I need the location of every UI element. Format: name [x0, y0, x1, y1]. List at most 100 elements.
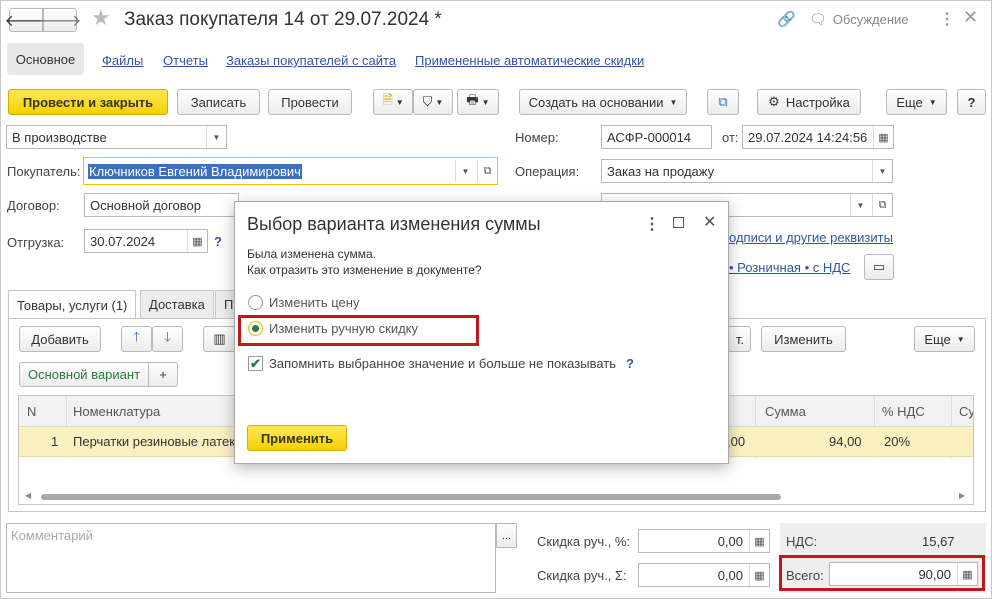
- help-button[interactable]: ?: [957, 89, 986, 115]
- discussion-button[interactable]: 🗨 Обсуждение: [809, 11, 909, 28]
- radio-unselected-icon[interactable]: [248, 295, 263, 310]
- apply-button[interactable]: Применить: [247, 425, 347, 451]
- print-button[interactable]: 🖶 ▼: [457, 89, 499, 115]
- cell-n: 1: [51, 434, 59, 449]
- printer-icon: 🖶: [466, 92, 479, 107]
- chevron-down-icon: ▼: [956, 334, 965, 344]
- manual-discount-sum-field[interactable]: 0,00 ▦: [638, 563, 770, 587]
- chevron-down-icon[interactable]: ▼: [850, 194, 870, 216]
- comment-field[interactable]: Комментарий: [6, 523, 496, 593]
- price-type-link[interactable]: • Розничная • с НДС: [729, 260, 850, 275]
- calculator-icon[interactable]: ▦: [749, 564, 769, 586]
- chevron-down-icon[interactable]: ▼: [872, 160, 892, 182]
- filter-button[interactable]: ⛉ ▼: [413, 89, 453, 115]
- number-field[interactable]: АСФР-000014: [601, 125, 712, 149]
- structure-button[interactable]: ⧉: [707, 89, 739, 115]
- option-manual-discount[interactable]: Изменить ручную скидку: [248, 321, 418, 336]
- post-button[interactable]: Провести: [268, 89, 352, 115]
- payment-card-button[interactable]: ▭: [864, 254, 894, 280]
- scroll-right-icon[interactable]: ▶: [959, 491, 965, 500]
- calculator-icon[interactable]: ▦: [749, 530, 769, 552]
- nav-link-reports[interactable]: Отчеты: [163, 53, 208, 68]
- add-row-button[interactable]: Добавить: [19, 326, 101, 352]
- maximize-icon[interactable]: [673, 217, 684, 228]
- checkbox-checked-icon[interactable]: ✔: [248, 356, 263, 371]
- create-based-on-button[interactable]: Создать на основании ▼: [519, 89, 687, 115]
- manual-discount-pct-field[interactable]: 0,00 ▦: [638, 529, 770, 553]
- remember-help-icon[interactable]: ?: [626, 356, 634, 371]
- open-icon[interactable]: ⧉: [477, 160, 497, 182]
- tab-delivery-label: Доставка: [149, 297, 205, 312]
- settings-button[interactable]: ⚙ Настройка: [757, 89, 861, 115]
- operation-value: Заказ на продажу: [607, 163, 715, 179]
- tab-delivery[interactable]: Доставка: [140, 290, 214, 318]
- comment-placeholder: Комментарий: [11, 528, 93, 543]
- option-change-price[interactable]: Изменить цену: [248, 295, 359, 310]
- cell-nomenclature: Перчатки резиновые латекс: [73, 434, 242, 449]
- comment-expand-button[interactable]: ...: [496, 523, 517, 548]
- dialog-close-icon[interactable]: ✕: [703, 212, 716, 232]
- move-up-button[interactable]: 🡑: [121, 326, 152, 352]
- change-button[interactable]: Изменить: [761, 326, 846, 352]
- discussion-label: Обсуждение: [832, 12, 909, 27]
- window-menu-icon[interactable]: ⋮: [939, 9, 955, 29]
- arrow-down-icon: 🡓: [164, 329, 171, 344]
- vat-value: 15,67: [922, 534, 955, 549]
- more-label: Еще: [896, 94, 923, 110]
- calendar-icon[interactable]: ▦: [187, 230, 207, 252]
- option-manual-discount-label: Изменить ручную скидку: [269, 321, 419, 336]
- header-extra: Су: [959, 404, 974, 419]
- nav-link-auto-discounts[interactable]: Примененные автоматические скидки: [415, 53, 644, 68]
- total-field[interactable]: 90,00 ▦: [829, 562, 978, 586]
- nav-link-site-orders[interactable]: Заказы покупателей с сайта: [226, 53, 396, 68]
- tab-goods-services[interactable]: Товары, услуги (1): [8, 290, 137, 319]
- scroll-left-icon[interactable]: ◀: [25, 491, 31, 500]
- write-button[interactable]: Записать: [177, 89, 260, 115]
- date-value: 29.07.2024 14:24:56: [748, 129, 868, 145]
- contract-field[interactable]: Основной договор: [84, 193, 239, 217]
- attach-file-button[interactable]: 🗎 ▼: [373, 89, 413, 115]
- document-icon: 🗎: [382, 92, 393, 107]
- calendar-icon[interactable]: ▦: [873, 126, 893, 148]
- buyer-label: Покупатель:: [7, 164, 81, 179]
- settings-label: Настройка: [785, 94, 850, 110]
- more-button[interactable]: Еще ▼: [886, 89, 947, 115]
- table-more-button[interactable]: Еще ▼: [914, 326, 975, 352]
- variant-main-button[interactable]: Основной вариант: [19, 362, 149, 387]
- buyer-field[interactable]: Ключников Евгений Владимирович ▼ ⧉: [83, 157, 498, 185]
- scrollbar-thumb[interactable]: [41, 494, 781, 500]
- link-icon[interactable]: 🔗: [777, 10, 796, 28]
- signatures-link[interactable]: одписи и другие реквизиты: [729, 230, 893, 245]
- shipment-date-field[interactable]: 30.07.2024 ▦: [84, 229, 208, 253]
- tab-main[interactable]: Основное: [7, 43, 84, 75]
- shipment-help-icon[interactable]: ?: [214, 234, 222, 249]
- move-down-button[interactable]: 🡓: [152, 326, 183, 352]
- close-icon[interactable]: ✕: [963, 7, 978, 28]
- operation-select[interactable]: Заказ на продажу ▼: [601, 159, 893, 183]
- forward-button[interactable]: 🡒: [39, 8, 81, 32]
- add-variant-button[interactable]: +: [148, 362, 178, 387]
- chevron-down-icon: ▼: [435, 97, 444, 107]
- remember-label: Запомнить выбранное значение и больше не…: [269, 356, 617, 371]
- chevron-down-icon[interactable]: ▼: [206, 126, 226, 148]
- calculator-icon[interactable]: ▦: [957, 563, 977, 585]
- header-vat-pct: % НДС: [882, 404, 925, 419]
- chevron-down-icon[interactable]: ▼: [455, 160, 475, 182]
- post-and-close-button[interactable]: Провести и закрыть: [8, 89, 168, 115]
- radio-dot: [252, 325, 259, 332]
- status-select[interactable]: В производстве ▼: [6, 125, 227, 149]
- structure-icon: ⧉: [718, 94, 728, 109]
- chevron-down-icon: ▼: [928, 97, 937, 107]
- dialog-menu-icon[interactable]: ⋮: [644, 214, 660, 234]
- radio-selected-icon[interactable]: [248, 321, 263, 336]
- open-icon[interactable]: ⧉: [872, 194, 892, 216]
- horizontal-scrollbar[interactable]: ◀ ▶: [19, 490, 973, 504]
- nav-link-files[interactable]: Файлы: [102, 53, 143, 68]
- arrow-right-icon: 🡒: [38, 12, 82, 30]
- number-value: АСФР-000014: [607, 129, 692, 145]
- favorite-star-icon[interactable]: ★: [91, 5, 111, 31]
- barcode-button[interactable]: ▥: [203, 326, 236, 352]
- total-value: 90,00: [918, 566, 951, 582]
- remember-choice[interactable]: ✔ Запомнить выбранное значение и больше …: [248, 356, 634, 371]
- date-field[interactable]: 29.07.2024 14:24:56 ▦: [742, 125, 894, 149]
